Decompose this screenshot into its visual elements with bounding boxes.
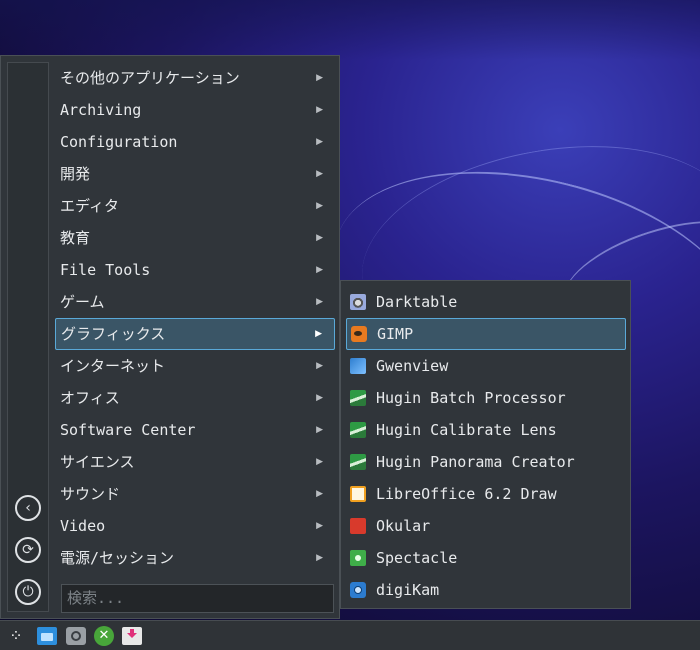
app-label: Hugin Batch Processor	[376, 389, 566, 407]
chevron-right-icon: ▶	[316, 233, 323, 243]
search-input[interactable]: 検索...	[61, 584, 334, 613]
taskbar: ⁘	[0, 620, 700, 650]
power-icon: ⏻	[22, 584, 34, 600]
app-label: Darktable	[376, 293, 458, 311]
category-education[interactable]: 教育 ▶	[55, 222, 335, 254]
game-icon[interactable]	[94, 626, 114, 646]
app-okular[interactable]: Okular	[346, 510, 626, 542]
category-label: インターネット	[60, 357, 166, 375]
category-software-center[interactable]: Software Center ▶	[55, 414, 335, 446]
application-menu: ‹ ⟳ ⏻ その他のアプリケーション ▶ Archiving ▶ Configura…	[0, 55, 340, 619]
chevron-right-icon: ▶	[316, 361, 323, 371]
app-digikam[interactable]: digiKam	[346, 574, 626, 606]
download-icon[interactable]	[122, 627, 142, 645]
chevron-right-icon: ▶	[316, 201, 323, 211]
category-sound[interactable]: サウンド ▶	[55, 478, 335, 510]
category-games[interactable]: ゲーム ▶	[55, 286, 335, 318]
chevron-right-icon: ▶	[316, 521, 323, 531]
app-label: LibreOffice 6.2 Draw	[376, 485, 557, 503]
app-hugin-calibrate-lens[interactable]: Hugin Calibrate Lens	[346, 414, 626, 446]
app-list: Darktable GIMP Gwenview Hugin Batch Proc…	[346, 286, 626, 606]
okular-icon	[350, 518, 366, 534]
chevron-right-icon: ▶	[316, 297, 323, 307]
category-other-apps[interactable]: その他のアプリケーション ▶	[55, 62, 335, 94]
app-label: Hugin Panorama Creator	[376, 453, 575, 471]
app-label: Spectacle	[376, 549, 458, 567]
category-label: Video	[60, 517, 106, 535]
category-archiving[interactable]: Archiving ▶	[55, 94, 335, 126]
category-label: サウンド	[60, 485, 121, 503]
category-label: グラフィックス	[61, 325, 166, 343]
category-label: オフィス	[60, 389, 120, 407]
app-libreoffice-draw[interactable]: LibreOffice 6.2 Draw	[346, 478, 626, 510]
category-list: その他のアプリケーション ▶ Archiving ▶ Configuration ▶ …	[55, 62, 335, 574]
chevron-right-icon: ▶	[316, 553, 323, 563]
launcher-icon[interactable]: ⁘	[6, 627, 26, 645]
app-gwenview[interactable]: Gwenview	[346, 350, 626, 382]
refresh-icon: ⟳	[22, 542, 34, 558]
category-graphics[interactable]: グラフィックス ▶	[55, 318, 335, 350]
category-label: Configuration	[60, 133, 178, 151]
category-label: Archiving	[60, 101, 142, 119]
app-label: digiKam	[376, 581, 440, 599]
hugin-icon	[350, 422, 366, 438]
app-spectacle[interactable]: Spectacle	[346, 542, 626, 574]
hugin-icon	[350, 454, 366, 470]
gimp-icon	[351, 326, 367, 342]
chevron-right-icon: ▶	[316, 169, 323, 179]
chevron-right-icon: ▶	[316, 265, 323, 275]
power-button[interactable]: ⏻	[15, 579, 41, 605]
file-manager-icon[interactable]	[37, 627, 57, 645]
category-editors[interactable]: エディタ ▶	[55, 190, 335, 222]
category-development[interactable]: 開発 ▶	[55, 158, 335, 190]
category-label: サイエンス	[60, 453, 135, 471]
settings-icon[interactable]	[66, 627, 86, 645]
chevron-right-icon: ▶	[316, 105, 323, 115]
category-label: 開発	[60, 165, 91, 183]
refresh-button[interactable]: ⟳	[15, 537, 41, 563]
category-label: エディタ	[60, 197, 119, 215]
hugin-icon	[350, 390, 366, 406]
chevron-right-icon: ▶	[316, 425, 323, 435]
category-file-tools[interactable]: File Tools ▶	[55, 254, 335, 286]
chevron-right-icon: ▶	[316, 489, 323, 499]
category-label: その他のアプリケーション	[60, 69, 240, 87]
category-science[interactable]: サイエンス ▶	[55, 446, 335, 478]
category-label: Software Center	[60, 421, 196, 439]
chevron-right-icon: ▶	[316, 73, 323, 83]
digikam-icon	[350, 582, 366, 598]
category-label: 教育	[60, 229, 91, 247]
darktable-icon	[350, 294, 366, 310]
category-label: File Tools	[60, 261, 151, 279]
graphics-submenu: Darktable GIMP Gwenview Hugin Batch Proc…	[340, 280, 631, 609]
category-power-session[interactable]: 電源/セッション ▶	[55, 542, 335, 574]
category-configuration[interactable]: Configuration ▶	[55, 126, 335, 158]
wallpaper-shade	[0, 0, 700, 60]
chevron-right-icon: ▶	[315, 329, 322, 339]
app-label: Okular	[376, 517, 431, 535]
chevron-right-icon: ▶	[316, 457, 323, 467]
back-icon: ‹	[25, 500, 31, 516]
app-hugin-batch-processor[interactable]: Hugin Batch Processor	[346, 382, 626, 414]
gwenview-icon	[350, 358, 366, 374]
back-button[interactable]: ‹	[15, 495, 41, 521]
category-label: 電源/セッション	[60, 549, 175, 567]
app-label: GIMP	[377, 325, 414, 343]
libreoffice-draw-icon	[350, 486, 366, 502]
app-darktable[interactable]: Darktable	[346, 286, 626, 318]
app-gimp[interactable]: GIMP	[346, 318, 626, 350]
app-label: Hugin Calibrate Lens	[376, 421, 557, 439]
app-hugin-panorama-creator[interactable]: Hugin Panorama Creator	[346, 446, 626, 478]
menu-side-strip: ‹ ⟳ ⏻	[7, 62, 49, 612]
category-internet[interactable]: インターネット ▶	[55, 350, 335, 382]
app-label: Gwenview	[376, 357, 449, 375]
chevron-right-icon: ▶	[316, 137, 323, 147]
category-label: ゲーム	[60, 293, 105, 311]
category-office[interactable]: オフィス ▶	[55, 382, 335, 414]
spectacle-icon	[350, 550, 366, 566]
chevron-right-icon: ▶	[316, 393, 323, 403]
category-video[interactable]: Video ▶	[55, 510, 335, 542]
